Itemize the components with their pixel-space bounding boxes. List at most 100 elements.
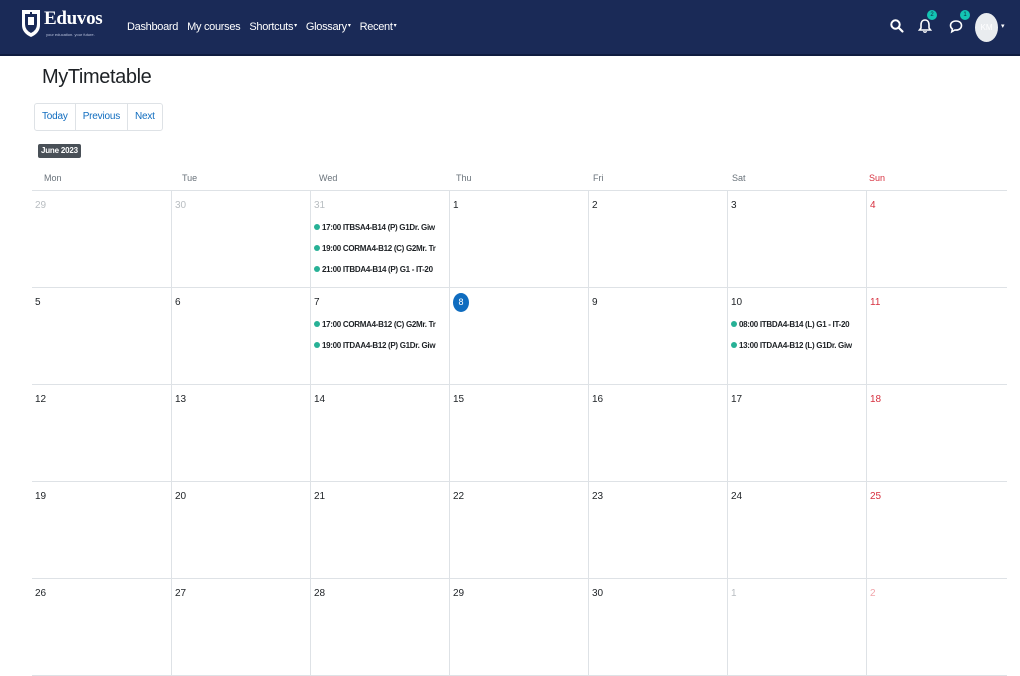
calendar-day-cell[interactable]: 26 <box>32 579 171 676</box>
calendar-day-cell[interactable]: 28 <box>310 579 449 676</box>
calendar-event-link[interactable]: 08:00 ITBDA4-B14 (L) G1 - IT-20 <box>731 320 864 332</box>
day-number[interactable]: 3 <box>731 200 737 211</box>
calendar-day-cell[interactable]: 31 17:00 ITBSA4-B14 (P) G1Dr. Giw 19:00 CO… <box>310 191 449 288</box>
day-number[interactable]: 17 <box>731 394 742 405</box>
calendar-day-cell[interactable]: 29 <box>449 579 588 676</box>
user-avatar[interactable]: KM <box>975 13 998 42</box>
today-day-marker[interactable]: 8 <box>453 293 469 312</box>
calendar-day-cell[interactable]: 5 <box>32 288 171 385</box>
day-number[interactable]: 16 <box>592 394 603 405</box>
calendar-day-cell[interactable]: 3 <box>727 191 866 288</box>
calendar-day-cell[interactable]: 2 <box>866 579 1007 676</box>
previous-button[interactable]: Previous <box>76 104 128 130</box>
nav-glossary-dropdown[interactable]: Glossary▾ <box>306 21 351 33</box>
calendar-day-cell[interactable]: 18 <box>866 385 1007 482</box>
day-number[interactable]: 7 <box>314 297 320 308</box>
calendar-day-cell[interactable]: 14 <box>310 385 449 482</box>
next-button[interactable]: Next <box>128 104 162 130</box>
day-number[interactable]: 26 <box>35 588 46 599</box>
day-number[interactable]: 25 <box>870 491 881 502</box>
calendar-day-cell[interactable]: 13 <box>171 385 310 482</box>
user-menu-caret-icon[interactable]: ▾ <box>1001 22 1005 30</box>
day-number[interactable]: 31 <box>314 200 325 211</box>
calendar-day-cell[interactable]: 17 <box>727 385 866 482</box>
day-number[interactable]: 2 <box>870 588 876 599</box>
day-number[interactable]: 11 <box>870 297 880 308</box>
calendar-day-cell[interactable]: 22 <box>449 482 588 579</box>
notifications-count-badge: 2 <box>927 10 937 20</box>
calendar-day-cell[interactable]: 8 <box>449 288 588 385</box>
calendar-day-cell[interactable]: 30 <box>171 191 310 288</box>
calendar-week-row: 12 13 14 15 16 17 18 <box>32 385 1007 482</box>
calendar-event-link[interactable]: 19:00 ITDAA4-B12 (P) G1Dr. Giw <box>314 341 447 353</box>
day-number[interactable]: 22 <box>453 491 464 502</box>
nav-my-courses-link[interactable]: My courses <box>187 21 241 33</box>
search-icon[interactable] <box>889 18 905 34</box>
calendar-event-link[interactable]: 17:00 ITBSA4-B14 (P) G1Dr. Giw <box>314 223 447 235</box>
calendar-day-cell[interactable]: 23 <box>588 482 727 579</box>
calendar-day-cell[interactable]: 10 08:00 ITBDA4-B14 (L) G1 - IT-20 13:00 I… <box>727 288 866 385</box>
day-number[interactable]: 9 <box>592 297 598 308</box>
day-number[interactable]: 24 <box>731 491 742 502</box>
calendar-day-cell[interactable]: 2 <box>588 191 727 288</box>
day-number[interactable]: 19 <box>35 491 46 502</box>
calendar-event-link[interactable]: 21:00 ITBDA4-B14 (P) G1 - IT-20 <box>314 265 447 277</box>
calendar-day-cell[interactable]: 15 <box>449 385 588 482</box>
day-number[interactable]: 20 <box>175 491 186 502</box>
day-number[interactable]: 6 <box>175 297 181 308</box>
nav-shortcuts-dropdown[interactable]: Shortcuts▾ <box>249 21 297 33</box>
calendar-day-cell[interactable]: 11 <box>866 288 1007 385</box>
nav-dashboard-link[interactable]: Dashboard <box>127 21 178 33</box>
messages-chat-icon[interactable] <box>948 18 964 34</box>
notifications-bell-icon[interactable] <box>917 18 933 34</box>
calendar-event-link[interactable]: 19:00 CORMA4-B12 (C) G2Mr. Tr <box>314 244 447 256</box>
day-number[interactable]: 13 <box>175 394 186 405</box>
nav-recent-dropdown[interactable]: Recent▾ <box>360 21 397 33</box>
day-number[interactable]: 30 <box>175 200 186 211</box>
day-number[interactable]: 23 <box>592 491 603 502</box>
day-number[interactable]: 30 <box>592 588 603 599</box>
day-number[interactable]: 4 <box>870 200 876 211</box>
weekday-header-fri: Fri <box>593 173 604 183</box>
calendar-day-cell[interactable]: 7 17:00 CORMA4-B12 (C) G2Mr. Tr 19:00 ITDA… <box>310 288 449 385</box>
calendar-day-cell[interactable]: 1 <box>727 579 866 676</box>
calendar-day-cell[interactable]: 29 <box>32 191 171 288</box>
day-number[interactable]: 1 <box>453 200 459 211</box>
day-number[interactable]: 18 <box>870 394 881 405</box>
day-number[interactable]: 29 <box>453 588 464 599</box>
today-button[interactable]: Today <box>35 104 76 130</box>
calendar-day-cell[interactable]: 12 <box>32 385 171 482</box>
calendar-day-cell[interactable]: 4 <box>866 191 1007 288</box>
calendar-day-cell[interactable]: 21 <box>310 482 449 579</box>
calendar-day-cell[interactable]: 9 <box>588 288 727 385</box>
day-number[interactable]: 28 <box>314 588 325 599</box>
day-number[interactable]: 29 <box>35 200 46 211</box>
day-number[interactable]: 2 <box>592 200 598 211</box>
day-number[interactable]: 14 <box>314 394 325 405</box>
day-number[interactable]: 5 <box>35 297 41 308</box>
calendar-event-link[interactable]: 17:00 CORMA4-B12 (C) G2Mr. Tr <box>314 320 447 332</box>
weekday-header-thu: Thu <box>456 173 472 183</box>
calendar-event-link[interactable]: 13:00 ITDAA4-B12 (L) G1Dr. Giw <box>731 341 864 353</box>
calendar-day-cell[interactable]: 16 <box>588 385 727 482</box>
calendar-day-cell[interactable]: 25 <box>866 482 1007 579</box>
brand-logo[interactable]: Eduvos your education. your future. <box>21 8 111 46</box>
day-number[interactable]: 1 <box>731 588 737 599</box>
calendar-day-cell[interactable]: 1 <box>449 191 588 288</box>
event-dot-icon <box>314 266 320 272</box>
event-dot-icon <box>314 342 320 348</box>
calendar-day-cell[interactable]: 20 <box>171 482 310 579</box>
weekday-header-row: Mon Tue Wed Thu Fri Sat Sun <box>32 168 1007 191</box>
calendar-day-cell[interactable]: 6 <box>171 288 310 385</box>
shield-crest-icon <box>22 10 40 37</box>
calendar-day-cell[interactable]: 27 <box>171 579 310 676</box>
day-number[interactable]: 10 <box>731 297 742 308</box>
calendar-day-cell[interactable]: 30 <box>588 579 727 676</box>
day-number[interactable]: 21 <box>314 491 325 502</box>
day-number[interactable]: 15 <box>453 394 464 405</box>
day-number[interactable]: 12 <box>35 394 46 405</box>
calendar-day-cell[interactable]: 19 <box>32 482 171 579</box>
calendar-week-row: 19 20 21 22 23 24 25 <box>32 482 1007 579</box>
day-number[interactable]: 27 <box>175 588 186 599</box>
calendar-day-cell[interactable]: 24 <box>727 482 866 579</box>
